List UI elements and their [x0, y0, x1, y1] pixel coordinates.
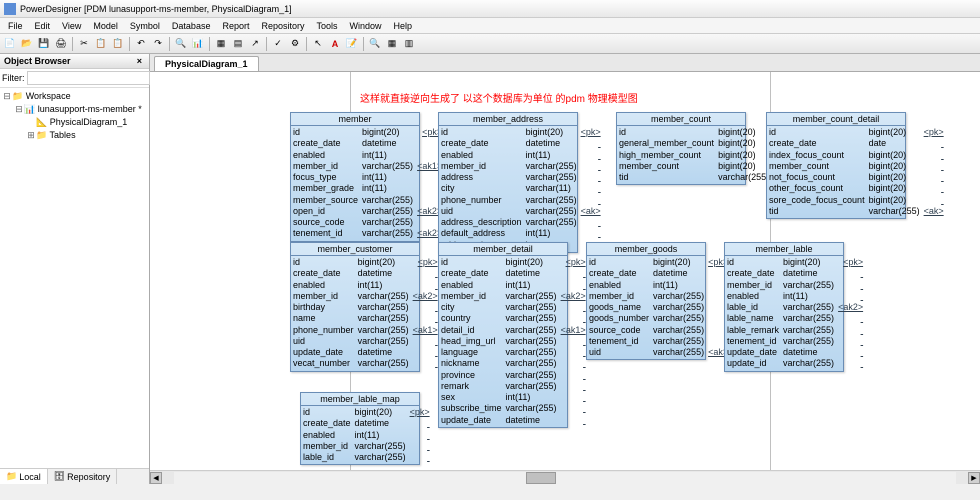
tb-check-icon[interactable]: ✓ [270, 36, 286, 52]
tb-sep [306, 37, 307, 51]
tree-model[interactable]: ⊟📊 lunasupport-ms-member * [2, 103, 147, 116]
tree[interactable]: ⊟📁 Workspace ⊟📊 lunasupport-ms-member * … [0, 88, 149, 468]
tb-table-icon[interactable]: ▦ [213, 36, 229, 52]
entity-body: idcreate_dateenabledmember_idfocus_typem… [291, 126, 419, 241]
entity-member_detail[interactable]: member_detailidcreate_dateenabledmember_… [438, 242, 568, 428]
menu-help[interactable]: Help [388, 21, 419, 31]
menu-tools[interactable]: Tools [311, 21, 344, 31]
menu-database[interactable]: Database [166, 21, 217, 31]
entity-body: idcreate_dateenabledmember_idcitycountry… [439, 256, 567, 427]
entity-body: idcreate_dateenabledmember_idlable_idbig… [301, 406, 419, 464]
tb-text-icon[interactable]: A [327, 36, 343, 52]
tb-sep [363, 37, 364, 51]
entity-member_address[interactable]: member_addressidcreate_dateenabledmember… [438, 112, 578, 253]
menu-window[interactable]: Window [344, 21, 388, 31]
tb-cut-icon[interactable]: ✂ [76, 36, 92, 52]
window-title: PowerDesigner [PDM lunasupport-ms-member… [20, 4, 292, 14]
title-bar: PowerDesigner [PDM lunasupport-ms-member… [0, 0, 980, 18]
tb-zoom-icon[interactable]: 🔍 [367, 36, 383, 52]
toolbar: 📄 📂 💾 🖨 ✂ 📋 📋 ↶ ↷ 🔍 📊 ▦ ▤ ↗ ✓ ⚙ ↖ A 📝 🔍 … [0, 34, 980, 54]
entity-title: member_count [617, 113, 745, 126]
app-icon [4, 3, 16, 15]
menu-edit[interactable]: Edit [29, 21, 57, 31]
tb-copy-icon[interactable]: 📋 [93, 36, 109, 52]
entity-title: member [291, 113, 419, 126]
tb-sep [169, 37, 170, 51]
entity-body: idgeneral_member_counthigh_member_countm… [617, 126, 745, 184]
tb-print-icon[interactable]: 🖨 [53, 36, 69, 52]
entity-member[interactable]: memberidcreate_dateenabledmember_idfocus… [290, 112, 420, 242]
scroll-thumb[interactable] [526, 472, 556, 484]
entity-title: member_count_detail [767, 113, 905, 126]
tb-redo-icon[interactable]: ↷ [150, 36, 166, 52]
tree-diagram[interactable]: 📐 PhysicalDiagram_1 [2, 116, 147, 129]
tb-find-icon[interactable]: 🔍 [173, 36, 189, 52]
entity-body: idcreate_dateindex_focus_countmember_cou… [767, 126, 905, 218]
tree-tables-folder[interactable]: ⊞📁 Tables [2, 129, 147, 142]
menu-symbol[interactable]: Symbol [124, 21, 166, 31]
doc-tab-diagram[interactable]: PhysicalDiagram_1 [154, 56, 259, 71]
tb-note-icon[interactable]: 📝 [344, 36, 360, 52]
annotation-text: 这样就直接逆向生成了 以这个数据库为单位 的pdm 物理模型图 [360, 90, 638, 105]
entity-body: idcreate_datemember_idenabledlable_idlab… [725, 256, 843, 371]
tb-open-icon[interactable]: 📂 [19, 36, 35, 52]
tb-pointer-icon[interactable]: ↖ [310, 36, 326, 52]
tb-props-icon[interactable]: 📊 [190, 36, 206, 52]
filter-label: Filter: [2, 73, 25, 83]
tb-sep [209, 37, 210, 51]
tb-save-icon[interactable]: 💾 [36, 36, 52, 52]
entity-member_lable[interactable]: member_lableidcreate_datemember_idenable… [724, 242, 844, 372]
tab-repository[interactable]: 🗄 Repository [48, 469, 117, 484]
object-browser: Object Browser × Filter: ✖ ↻ ⊟📁 Workspac… [0, 54, 150, 484]
main-area: Object Browser × Filter: ✖ ↻ ⊟📁 Workspac… [0, 54, 980, 484]
entity-member_lable_map[interactable]: member_lable_mapidcreate_dateenabledmemb… [300, 392, 420, 465]
tb-layout-icon[interactable]: ▦ [384, 36, 400, 52]
tb-new-icon[interactable]: 📄 [2, 36, 18, 52]
entity-title: member_lable [725, 243, 843, 256]
h-scrollbar[interactable]: ◀ ▶ [150, 470, 980, 484]
tab-local[interactable]: 📁 Local [0, 469, 48, 484]
entity-title: member_lable_map [301, 393, 419, 406]
tb-view-icon[interactable]: ▤ [230, 36, 246, 52]
close-icon[interactable]: × [134, 56, 145, 66]
tb-sep [129, 37, 130, 51]
entity-body: idcreate_dateenabledmember_idgoods_nameg… [587, 256, 705, 359]
menu-file[interactable]: File [2, 21, 29, 31]
tb-sep [72, 37, 73, 51]
menu-model[interactable]: Model [87, 21, 124, 31]
diagram-canvas[interactable]: 这样就直接逆向生成了 以这个数据库为单位 的pdm 物理模型图 memberid… [150, 72, 980, 470]
scroll-right-icon[interactable]: ▶ [968, 472, 980, 484]
tb-sep [266, 37, 267, 51]
canvas-area: PhysicalDiagram_1 这样就直接逆向生成了 以这个数据库为单位 的… [150, 54, 980, 484]
menu-repository[interactable]: Repository [255, 21, 310, 31]
sidebar-title: Object Browser × [0, 54, 149, 69]
filter-row: Filter: ✖ ↻ [0, 69, 149, 88]
menu-bar: File Edit View Model Symbol Database Rep… [0, 18, 980, 34]
sidebar-tabs: 📁 Local 🗄 Repository [0, 468, 149, 484]
menu-view[interactable]: View [56, 21, 87, 31]
entity-body: idcreate_dateenabledmember_idaddresscity… [439, 126, 577, 252]
tb-gen-icon[interactable]: ⚙ [287, 36, 303, 52]
tb-paste-icon[interactable]: 📋 [110, 36, 126, 52]
entity-member_count_detail[interactable]: member_count_detailidcreate_dateindex_fo… [766, 112, 906, 219]
entity-body: idcreate_dateenabledmember_idbirthdaynam… [291, 256, 419, 371]
entity-member_count[interactable]: member_countidgeneral_member_counthigh_m… [616, 112, 746, 185]
entity-member_customer[interactable]: member_customeridcreate_dateenabledmembe… [290, 242, 420, 372]
entity-title: member_customer [291, 243, 419, 256]
doc-tabs: PhysicalDiagram_1 [150, 54, 980, 72]
filter-input[interactable] [27, 71, 150, 85]
entity-title: member_address [439, 113, 577, 126]
scroll-track[interactable] [174, 472, 956, 484]
entity-member_goods[interactable]: member_goodsidcreate_dateenabledmember_i… [586, 242, 706, 360]
tb-undo-icon[interactable]: ↶ [133, 36, 149, 52]
scroll-left-icon[interactable]: ◀ [150, 472, 162, 484]
tree-workspace[interactable]: ⊟📁 Workspace [2, 90, 147, 103]
tb-ref-icon[interactable]: ↗ [247, 36, 263, 52]
tb-align-icon[interactable]: ▥ [401, 36, 417, 52]
entity-title: member_goods [587, 243, 705, 256]
menu-report[interactable]: Report [216, 21, 255, 31]
sidebar-title-text: Object Browser [4, 56, 71, 66]
entity-title: member_detail [439, 243, 567, 256]
